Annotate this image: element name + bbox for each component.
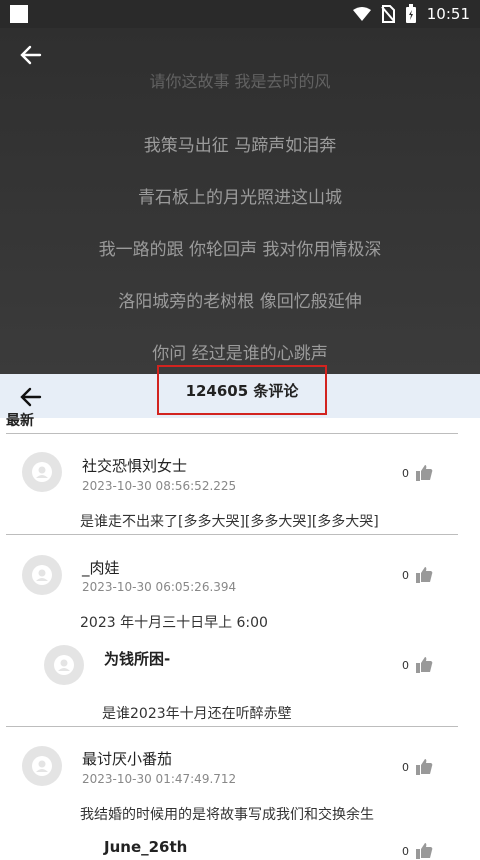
- back-button[interactable]: [18, 42, 44, 68]
- thumbs-up-icon: [416, 657, 433, 673]
- lyric-line: 洛阳城旁的老树根 像回忆般延伸: [118, 292, 362, 312]
- like-count: 0: [402, 568, 409, 582]
- avatar[interactable]: [22, 746, 62, 786]
- like-count: 0: [402, 466, 409, 480]
- comment-username[interactable]: 社交恐惧刘女士: [82, 455, 187, 476]
- sort-label[interactable]: 最新: [6, 410, 34, 430]
- like-count: 0: [402, 844, 409, 858]
- lyrics-list: 我策马出征 马蹄声如泪奔 青石板上的月光照进这山城 我一路的跟 你轮回声 我对你…: [0, 120, 480, 374]
- thumbs-up-icon: [416, 567, 433, 583]
- divider: [6, 726, 458, 727]
- comment-time: 2023-10-30 01:47:49.712: [82, 772, 237, 786]
- like-button[interactable]: 0: [402, 464, 433, 482]
- avatar[interactable]: [22, 452, 62, 492]
- lyric-line: 我策马出征 马蹄声如泪奔: [143, 136, 337, 156]
- reply-text: 是谁2023年十月还在听醉赤壁: [102, 706, 292, 722]
- reply-username[interactable]: 为钱所困-: [104, 648, 170, 669]
- notification-icon: [10, 5, 28, 23]
- user-icon: [32, 565, 52, 585]
- comment-username[interactable]: 最讨厌小番茄: [82, 748, 172, 769]
- clock: 10:51: [426, 5, 470, 23]
- comments-back-button[interactable]: [18, 384, 44, 410]
- like-count: 0: [402, 658, 409, 672]
- comment-text: 我结婚的时候用的是将故事写成我们和交换余生: [80, 807, 374, 823]
- wifi-icon: [352, 7, 371, 21]
- comment-text: 2023 年十月三十日早上 6:00: [80, 615, 268, 631]
- like-button[interactable]: 0: [402, 566, 433, 584]
- thumbs-up-icon: [416, 843, 433, 859]
- comment-count-title: 124605 条评论: [157, 365, 327, 415]
- reply-avatar[interactable]: [44, 645, 84, 685]
- comment-username[interactable]: _肉娃: [82, 557, 120, 578]
- reply-like-button[interactable]: 0: [402, 656, 433, 674]
- arrow-left-icon: [20, 387, 42, 407]
- user-icon: [32, 462, 52, 482]
- comment-time: 2023-10-30 06:05:26.394: [82, 580, 237, 594]
- no-sim-icon: [381, 5, 395, 23]
- lyrics-panel: 请你这故事 我是去时的风 我策马出征 马蹄声如泪奔 青石板上的月光照进这山城 我…: [0, 28, 480, 374]
- divider: [6, 534, 458, 535]
- reply-username[interactable]: June_26th: [104, 838, 187, 856]
- comment-text: 是谁走不出来了[多多大哭][多多大哭][多多大哭]: [80, 514, 379, 530]
- user-icon: [32, 756, 52, 776]
- thumbs-up-icon: [416, 759, 433, 775]
- like-count: 0: [402, 760, 409, 774]
- avatar[interactable]: [22, 555, 62, 595]
- divider: [6, 433, 458, 434]
- user-icon: [54, 655, 74, 675]
- battery-icon: [405, 4, 417, 24]
- lyric-line-fading: 请你这故事 我是去时的风: [149, 72, 331, 91]
- reply-like-button[interactable]: 0: [402, 842, 433, 860]
- status-bar: 10:51: [0, 0, 480, 28]
- arrow-left-icon: [20, 45, 42, 65]
- lyric-line: 我一路的跟 你轮回声 我对你用情极深: [98, 240, 382, 260]
- lyric-line: 青石板上的月光照进这山城: [138, 188, 342, 208]
- thumbs-up-icon: [416, 465, 433, 481]
- like-button[interactable]: 0: [402, 758, 433, 776]
- comment-time: 2023-10-30 08:56:52.225: [82, 479, 237, 493]
